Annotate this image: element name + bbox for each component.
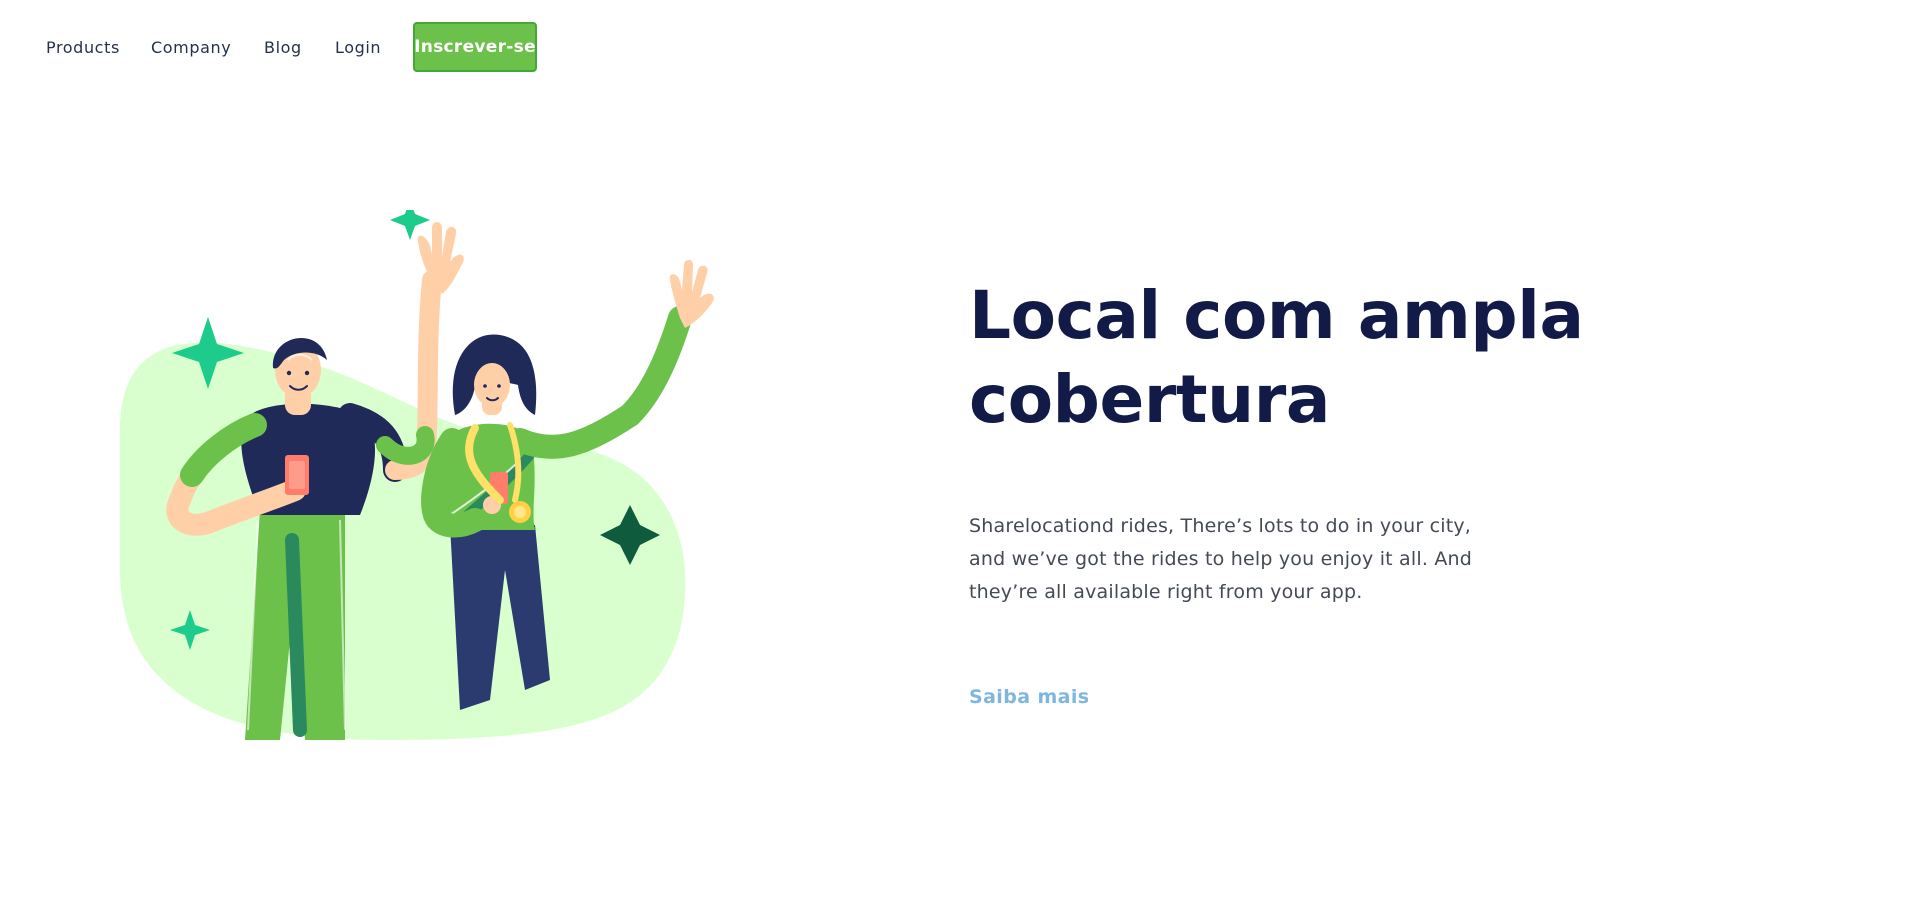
nav-products-link[interactable]: Products (46, 38, 120, 58)
hero-illustration (80, 200, 720, 750)
top-nav: Products Company Blog Login Inscrever-se (0, 0, 700, 100)
sparkle-icon (390, 200, 430, 240)
signup-button[interactable]: Inscrever-se (413, 22, 537, 72)
nav-login-link[interactable]: Login (335, 38, 381, 58)
hero-description: Sharelocationd rides, There’s lots to do… (969, 515, 1473, 603)
signup-button-label: Inscrever-se (414, 37, 536, 57)
background-blob (120, 342, 686, 740)
hero-title: Local com ampla cobertura (969, 277, 1584, 438)
nav-company-link[interactable]: Company (151, 38, 231, 58)
nav-blog-link[interactable]: Blog (264, 38, 302, 58)
learn-more-link[interactable]: Saiba mais (969, 686, 1090, 708)
landing-page: Products Company Blog Login Inscrever-se (0, 0, 1911, 900)
